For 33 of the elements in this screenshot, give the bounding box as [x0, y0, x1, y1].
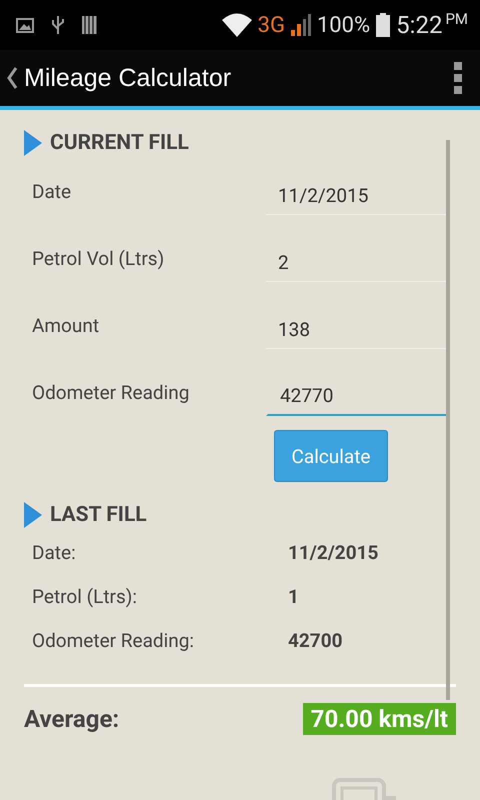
- field-label: Date: [31, 180, 72, 203]
- triangle-icon: [24, 502, 42, 528]
- section-heading: CURRENT FILL: [50, 131, 189, 155]
- usb-icon: [52, 15, 64, 35]
- triangle-icon: [24, 130, 42, 156]
- section-heading: LAST FILL: [50, 503, 147, 527]
- average-value: 70.00 kms/lt: [302, 703, 456, 735]
- input-field[interactable]: 42770: [266, 378, 450, 416]
- info-label: Odometer Reading:: [31, 628, 196, 652]
- average-label: Average:: [24, 705, 120, 733]
- input-field[interactable]: 2: [266, 244, 450, 282]
- barcode-icon: [82, 16, 98, 34]
- network-label: 3G: [258, 12, 285, 38]
- menu-icon: [454, 62, 462, 94]
- info-value: 1: [288, 584, 299, 608]
- info-value: 11/2/2015: [288, 540, 378, 564]
- chevron-icon: [6, 67, 18, 89]
- input-field[interactable]: 138: [266, 310, 450, 348]
- clock-period: PM: [445, 10, 468, 28]
- info-label: Petrol (Ltrs):: [31, 584, 138, 608]
- info-value: 42700: [288, 628, 343, 652]
- app-title: Mileage Calculator: [24, 64, 232, 92]
- info-label: Date:: [31, 540, 77, 564]
- battery-percent: 100%: [316, 12, 370, 38]
- field-label: Amount: [31, 314, 100, 337]
- signal-icon: [290, 14, 311, 36]
- input-field[interactable]: 11/2/2015: [266, 176, 450, 214]
- wifi-icon: [222, 13, 252, 37]
- battery-icon: [376, 13, 390, 37]
- field-label: Odometer Reading: [31, 381, 190, 404]
- clock-time: 5:22: [396, 11, 442, 39]
- picture-icon: [16, 18, 34, 32]
- field-label: Petrol Vol (Ltrs): [31, 247, 166, 270]
